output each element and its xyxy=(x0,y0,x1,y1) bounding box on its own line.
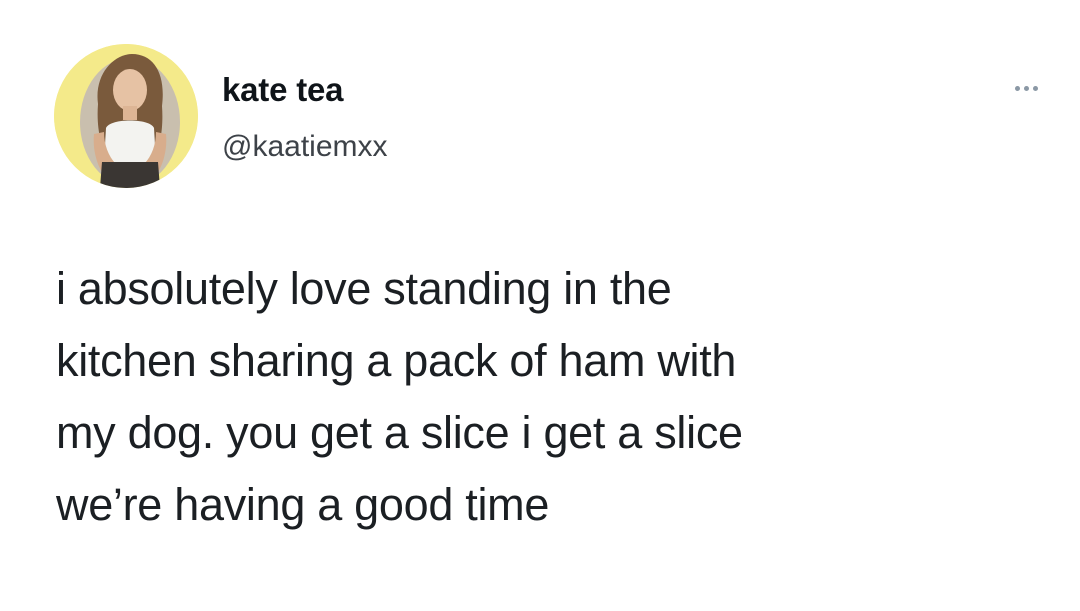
more-dot xyxy=(1032,85,1038,91)
tweet-text-line: we’re having a good time xyxy=(56,479,550,530)
tweet-body: i absolutely love standing in the kitche… xyxy=(56,253,1016,541)
author-display-name[interactable]: kate tea xyxy=(222,70,344,110)
tweet-card: kate tea @kaatiemxx i absolutely love st… xyxy=(0,0,1080,611)
profile-photo-icon xyxy=(54,44,198,188)
more-dot xyxy=(1023,85,1029,91)
more-dot xyxy=(1014,85,1020,91)
author-handle[interactable]: @kaatiemxx xyxy=(222,128,388,166)
tweet-text-line: i absolutely love standing in the xyxy=(56,263,672,314)
author-avatar[interactable] xyxy=(54,44,198,188)
tweet-text-line: kitchen sharing a pack of ham with xyxy=(56,335,737,386)
tweet-text-line: my dog. you get a slice i get a slice xyxy=(56,407,743,458)
more-options-icon[interactable] xyxy=(1004,78,1048,98)
